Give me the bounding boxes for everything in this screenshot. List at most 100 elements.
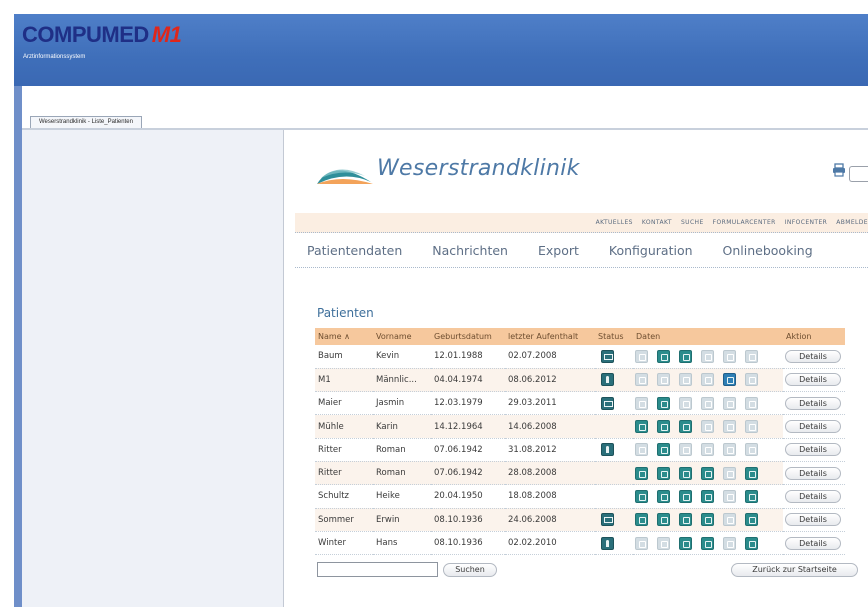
details-button[interactable]: Details bbox=[785, 349, 841, 363]
file-icon[interactable] bbox=[635, 513, 648, 527]
list-icon[interactable] bbox=[679, 489, 692, 503]
check-icon bbox=[723, 466, 736, 480]
cell-daten bbox=[633, 531, 783, 556]
details-button[interactable]: Details bbox=[785, 373, 841, 387]
chart-icon[interactable] bbox=[657, 420, 670, 434]
table-row[interactable]: Ritter Roman 07.06.1942 28.08.2008 Details bbox=[315, 461, 845, 486]
details-button[interactable]: Details bbox=[785, 466, 841, 480]
notes-icon[interactable] bbox=[745, 466, 758, 480]
chart-icon[interactable] bbox=[657, 489, 670, 503]
file-icon bbox=[635, 396, 648, 410]
list-icon[interactable] bbox=[679, 513, 692, 527]
report-icon[interactable] bbox=[701, 489, 714, 503]
search-input[interactable] bbox=[317, 562, 438, 577]
chart-icon[interactable] bbox=[657, 513, 670, 527]
cell-status bbox=[595, 414, 633, 439]
nav-konfiguration[interactable]: Konfiguration bbox=[609, 243, 693, 258]
file-icon[interactable] bbox=[635, 466, 648, 480]
cell-daten bbox=[633, 438, 783, 462]
link-infocenter[interactable]: INFOCENTER bbox=[785, 219, 828, 226]
details-button[interactable]: Details bbox=[785, 489, 841, 503]
link-aktuelles[interactable]: AKTUELLES bbox=[596, 219, 633, 226]
list-icon[interactable] bbox=[679, 349, 692, 363]
cell-aktion: Details bbox=[783, 368, 845, 393]
cell-aufenthalt: 02.07.2008 bbox=[505, 345, 595, 369]
cell-aktion: Details bbox=[783, 484, 845, 509]
cell-daten bbox=[633, 414, 783, 439]
report-icon[interactable] bbox=[701, 513, 714, 527]
nav-onlinebooking[interactable]: Onlinebooking bbox=[723, 243, 813, 258]
notes-icon[interactable] bbox=[745, 513, 758, 527]
cell-geburtsdatum: 20.04.1950 bbox=[431, 484, 505, 509]
chart-icon[interactable] bbox=[657, 396, 670, 410]
main-nav: Patientendaten Nachrichten Export Konfig… bbox=[295, 234, 868, 268]
file-icon bbox=[635, 443, 648, 457]
col-name-header[interactable]: Name ∧ bbox=[315, 328, 373, 345]
check-icon[interactable] bbox=[723, 373, 736, 387]
notes-icon[interactable] bbox=[745, 536, 758, 550]
clinic-name: Weserstrandklinik bbox=[377, 156, 580, 181]
list-icon[interactable] bbox=[679, 420, 692, 434]
cell-name: Mühle bbox=[315, 414, 373, 439]
col-daten-header: Daten bbox=[633, 328, 783, 345]
nav-patientendaten[interactable]: Patientendaten bbox=[307, 243, 402, 258]
cell-vorname: Männlic... bbox=[373, 368, 431, 393]
link-kontakt[interactable]: KONTAKT bbox=[642, 219, 672, 226]
window-frame-strip bbox=[14, 86, 22, 607]
cell-status bbox=[595, 391, 633, 416]
details-button[interactable]: Details bbox=[785, 443, 841, 457]
chart-icon[interactable] bbox=[657, 349, 670, 363]
link-abmelden[interactable]: ABMELDE bbox=[836, 219, 868, 226]
cell-name: Ritter bbox=[315, 438, 373, 462]
nav-nachrichten[interactable]: Nachrichten bbox=[432, 243, 508, 258]
cell-aufenthalt: 31.08.2012 bbox=[505, 438, 595, 462]
person-icon[interactable] bbox=[601, 536, 614, 550]
details-button[interactable]: Details bbox=[785, 536, 841, 550]
file-icon[interactable] bbox=[635, 420, 648, 434]
person-icon[interactable] bbox=[601, 373, 614, 387]
chart-icon[interactable] bbox=[657, 443, 670, 457]
printer-icon[interactable] bbox=[832, 163, 846, 177]
nav-export[interactable]: Export bbox=[538, 243, 579, 258]
col-geburtsdatum-header[interactable]: Geburtsdatum bbox=[431, 328, 505, 345]
left-panel bbox=[22, 130, 284, 607]
search-button[interactable]: Suchen bbox=[443, 563, 497, 577]
person-icon[interactable] bbox=[601, 443, 614, 457]
patients-table: Name ∧ Vorname Geburtsdatum letzter Aufe… bbox=[315, 328, 845, 556]
check-icon bbox=[723, 420, 736, 434]
col-vorname-header[interactable]: Vorname bbox=[373, 328, 431, 345]
cell-geburtsdatum: 08.10.1936 bbox=[431, 508, 505, 532]
document-icon[interactable] bbox=[601, 349, 614, 363]
cell-name: Maier bbox=[315, 391, 373, 416]
document-icon[interactable] bbox=[601, 513, 614, 527]
clinic-logo bbox=[317, 169, 373, 184]
table-row[interactable]: Winter Hans 08.10.1936 02.02.2010 Details bbox=[315, 531, 845, 556]
details-button[interactable]: Details bbox=[785, 420, 841, 434]
table-row[interactable]: Baum Kevin 12.01.1988 02.07.2008 Details bbox=[315, 345, 845, 369]
report-icon[interactable] bbox=[701, 466, 714, 480]
report-icon[interactable] bbox=[701, 536, 714, 550]
table-row[interactable]: M1 Männlic... 04.04.1974 08.06.2012 Details bbox=[315, 368, 845, 393]
file-icon[interactable] bbox=[635, 489, 648, 503]
table-row[interactable]: Mühle Karin 14.12.1964 14.06.2008 Details bbox=[315, 414, 845, 439]
table-row[interactable]: Ritter Roman 07.06.1942 31.08.2012 Details bbox=[315, 438, 845, 462]
col-aufenthalt-header[interactable]: letzter Aufenthalt bbox=[505, 328, 595, 345]
cell-vorname: Roman bbox=[373, 461, 431, 486]
details-button[interactable]: Details bbox=[785, 396, 841, 410]
cell-aktion: Details bbox=[783, 508, 845, 532]
notes-icon bbox=[745, 396, 758, 410]
chart-icon[interactable] bbox=[657, 466, 670, 480]
table-row[interactable]: Sommer Erwin 08.10.1936 24.06.2008 Details bbox=[315, 508, 845, 532]
document-icon[interactable] bbox=[601, 396, 614, 410]
table-row[interactable]: Maier Jasmin 12.03.1979 29.03.2011 Details bbox=[315, 391, 845, 416]
link-suche[interactable]: SUCHE bbox=[681, 219, 704, 226]
list-icon[interactable] bbox=[679, 536, 692, 550]
back-to-start-button[interactable]: Zurück zur Startseite bbox=[731, 563, 858, 577]
details-button[interactable]: Details bbox=[785, 513, 841, 527]
cell-aktion: Details bbox=[783, 345, 845, 369]
notes-icon[interactable] bbox=[745, 489, 758, 503]
header-control[interactable] bbox=[849, 166, 868, 182]
table-row[interactable]: Schultz Heike 20.04.1950 18.08.2008 Details bbox=[315, 484, 845, 509]
link-formularcenter[interactable]: FORMULARCENTER bbox=[713, 219, 776, 226]
list-icon[interactable] bbox=[679, 466, 692, 480]
